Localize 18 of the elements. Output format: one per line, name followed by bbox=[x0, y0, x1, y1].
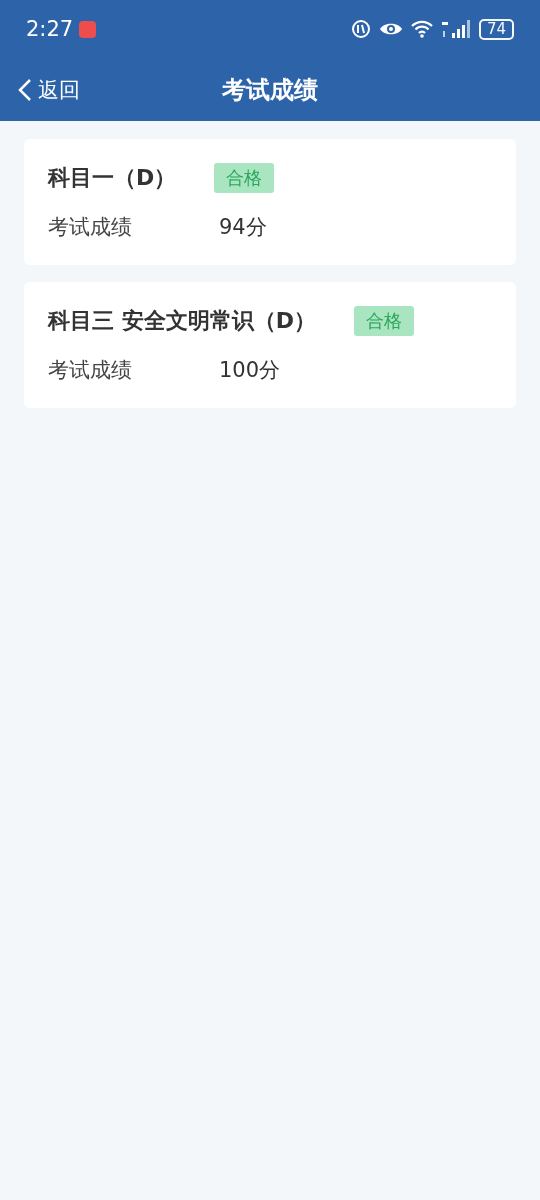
score-label: 考试成绩 bbox=[48, 214, 133, 241]
back-button[interactable]: 返回 bbox=[18, 75, 80, 104]
score-value: 100分 bbox=[219, 357, 281, 384]
wifi-icon bbox=[410, 20, 433, 38]
subject-title: 科目三 安全文明常识（D） bbox=[48, 307, 316, 335]
data-saver-icon bbox=[350, 19, 371, 39]
pass-badge: 合格 bbox=[353, 306, 414, 336]
status-time: 2:27 bbox=[26, 17, 74, 41]
page-title: 考试成绩 bbox=[222, 75, 318, 104]
battery-level: 74 bbox=[478, 18, 514, 40]
score-label: 考试成绩 bbox=[48, 357, 133, 384]
app-notification-icon bbox=[79, 20, 97, 38]
eye-icon bbox=[378, 21, 403, 37]
pass-badge: 合格 bbox=[214, 163, 275, 193]
chevron-left-icon bbox=[18, 77, 32, 102]
subject-title: 科目一（D） bbox=[48, 164, 177, 192]
score-value: 94分 bbox=[219, 214, 267, 241]
cellular-signal-icon bbox=[440, 19, 471, 39]
